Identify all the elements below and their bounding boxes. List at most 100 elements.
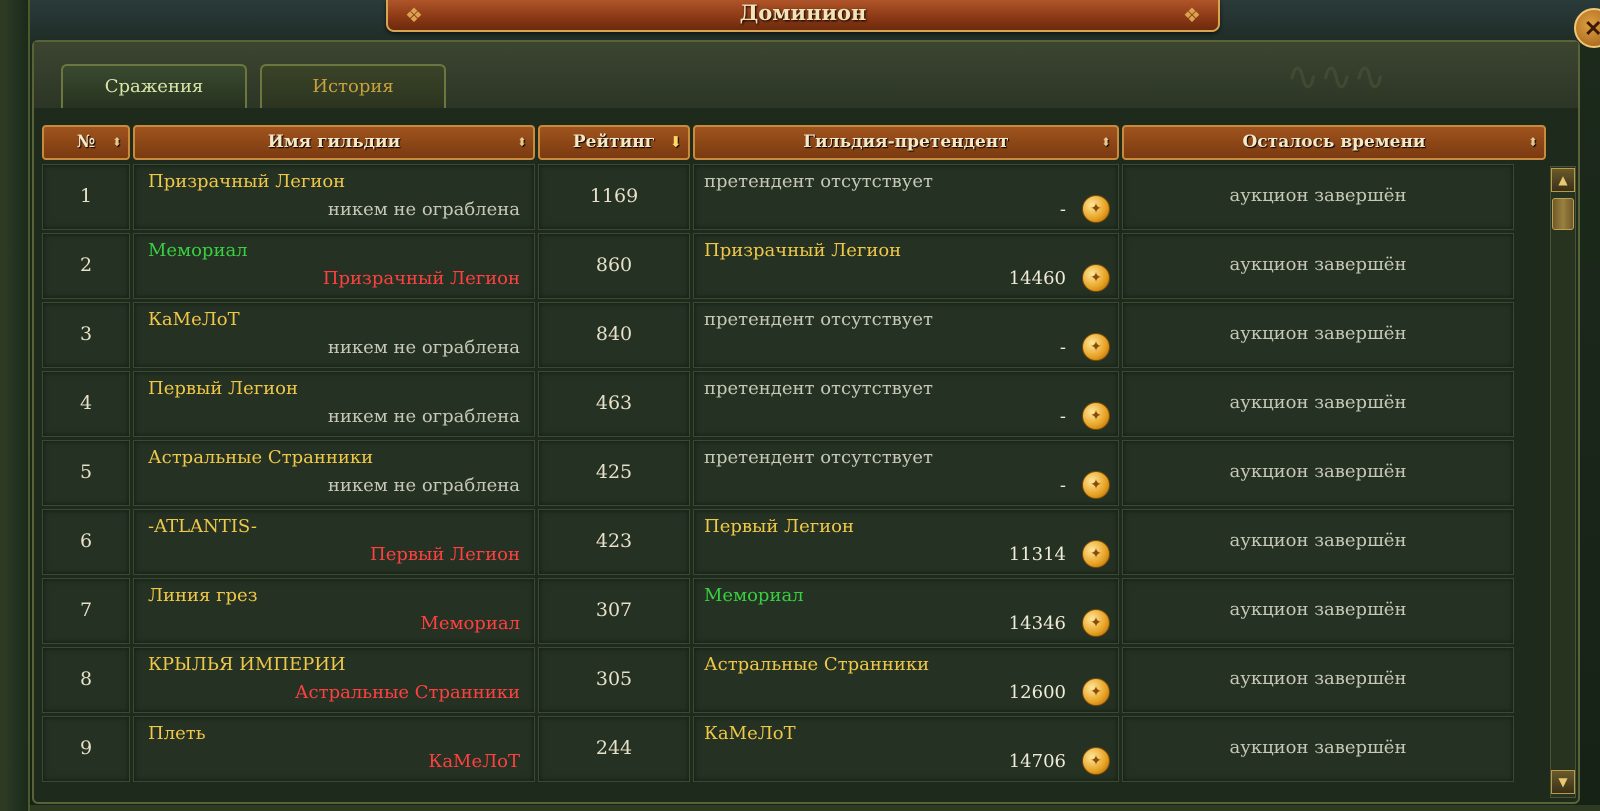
cell-time-left: аукцион завершён <box>1122 302 1514 368</box>
cell-guild: КаМеЛоТ никем не ограблена <box>133 302 535 368</box>
cell-time-left: аукцион завершён <box>1122 647 1514 713</box>
cell-num: 7 <box>42 578 130 644</box>
tab-battles[interactable]: Сражения <box>61 64 247 108</box>
bid-amount: 14706 <box>1008 751 1066 772</box>
guild-name: Мемориал <box>148 240 248 261</box>
robbed-by: никем не ограблена <box>327 475 520 496</box>
robbed-by: Первый Легион <box>370 544 520 565</box>
table-row[interactable]: 8 КРЫЛЬЯ ИМПЕРИИ Астральные Странники 30… <box>42 647 1548 713</box>
cell-guild: Призрачный Легион никем не ограблена <box>133 164 535 230</box>
cell-rating: 425 <box>538 440 690 506</box>
challenger-name: КаМеЛоТ <box>704 723 796 744</box>
time-left: аукцион завершён <box>1229 668 1407 689</box>
window-left-frame <box>6 0 30 811</box>
cell-challenger: КаМеЛоТ 14706 ✦ <box>693 716 1119 782</box>
scroll-down-button[interactable]: ▼ <box>1551 770 1575 794</box>
cell-challenger: Первый Легион 11314 ✦ <box>693 509 1119 575</box>
gold-coin-icon: ✦ <box>1082 540 1110 568</box>
dominion-table: 1 Призрачный Легион никем не ограблена 1… <box>42 164 1548 804</box>
cell-num: 9 <box>42 716 130 782</box>
bid-amount: 12600 <box>1008 682 1066 703</box>
guild-name: Первый Легион <box>148 378 298 399</box>
cell-rating: 860 <box>538 233 690 299</box>
table-row[interactable]: 9 Плеть КаМеЛоТ 244 КаМеЛоТ 14706 ✦ аукц… <box>42 716 1548 782</box>
header-num[interactable]: № ⬍ <box>42 125 130 160</box>
bid-amount: - <box>1059 406 1066 427</box>
gold-coin-icon: ✦ <box>1082 609 1110 637</box>
close-icon: ✕ <box>1584 16 1600 42</box>
rating-value: 307 <box>595 599 633 621</box>
header-guild-name[interactable]: Имя гильдии ⬍ <box>133 125 535 160</box>
header-guild-label: Имя гильдии <box>267 132 401 152</box>
rating-value: 305 <box>595 668 633 690</box>
challenger-name: претендент отсутствует <box>704 309 933 330</box>
challenger-name: Мемориал <box>704 585 804 606</box>
scroll-up-button[interactable]: ▲ <box>1551 168 1575 192</box>
gold-coin-icon: ✦ <box>1082 264 1110 292</box>
cell-rating: 1169 <box>538 164 690 230</box>
row-number: 5 <box>79 461 93 483</box>
challenger-name: претендент отсутствует <box>704 447 933 468</box>
window-title: Доминион <box>739 0 867 25</box>
rating-value: 244 <box>595 737 633 759</box>
guild-name: Линия грез <box>148 585 258 606</box>
row-number: 8 <box>79 668 93 690</box>
guild-name: КРЫЛЬЯ ИМПЕРИИ <box>148 654 346 675</box>
rating-value: 463 <box>595 392 633 414</box>
robbed-by: никем не ограблена <box>327 337 520 358</box>
header-time-left[interactable]: Осталось времени ⬍ <box>1122 125 1546 160</box>
header-challenger[interactable]: Гильдия-претендент ⬍ <box>693 125 1119 160</box>
rating-value: 425 <box>595 461 633 483</box>
sort-down-arrow-icon: ⬇ <box>669 133 682 151</box>
gold-coin-icon: ✦ <box>1082 747 1110 775</box>
table-row[interactable]: 4 Первый Легион никем не ограблена 463 п… <box>42 371 1548 437</box>
rating-value: 840 <box>595 323 633 345</box>
cell-num: 5 <box>42 440 130 506</box>
header-rating[interactable]: Рейтинг ⬇ <box>538 125 690 160</box>
cell-time-left: аукцион завершён <box>1122 578 1514 644</box>
challenger-name: претендент отсутствует <box>704 378 933 399</box>
gold-coin-icon: ✦ <box>1082 402 1110 430</box>
challenger-name: Призрачный Легион <box>704 240 902 261</box>
decorative-swirl-icon: ∿∿∿ <box>1286 54 1387 100</box>
time-left: аукцион завершён <box>1229 599 1407 620</box>
robbed-by: КаМеЛоТ <box>428 751 520 772</box>
cell-rating: 244 <box>538 716 690 782</box>
sort-arrows-icon: ⬍ <box>516 135 527 149</box>
cell-num: 6 <box>42 509 130 575</box>
cell-guild: Плеть КаМеЛоТ <box>133 716 535 782</box>
challenger-name: претендент отсутствует <box>704 171 933 192</box>
rating-value: 860 <box>595 254 633 276</box>
cell-guild: -ATLANTIS- Первый Легион <box>133 509 535 575</box>
table-row[interactable]: 7 Линия грез Мемориал 307 Мемориал 14346… <box>42 578 1548 644</box>
table-row[interactable]: 2 Мемориал Призрачный Легион 860 Призрач… <box>42 233 1548 299</box>
cell-guild: Первый Легион никем не ограблена <box>133 371 535 437</box>
table-row[interactable]: 5 Астральные Странники никем не ограблен… <box>42 440 1548 506</box>
cell-time-left: аукцион завершён <box>1122 371 1514 437</box>
sort-arrows-icon: ⬍ <box>1527 135 1538 149</box>
bid-amount: - <box>1059 337 1066 358</box>
scrollbar-track[interactable] <box>1550 166 1576 798</box>
cell-rating: 840 <box>538 302 690 368</box>
time-left: аукцион завершён <box>1229 185 1407 206</box>
cell-num: 4 <box>42 371 130 437</box>
cell-challenger: Мемориал 14346 ✦ <box>693 578 1119 644</box>
guild-name: КаМеЛоТ <box>148 309 240 330</box>
time-left: аукцион завершён <box>1229 392 1407 413</box>
guild-name: Плеть <box>148 723 206 744</box>
row-number: 4 <box>79 392 93 414</box>
table-row[interactable]: 6 -ATLANTIS- Первый Легион 423 Первый Ле… <box>42 509 1548 575</box>
table-row[interactable]: 1 Призрачный Легион никем не ограблена 1… <box>42 164 1548 230</box>
challenger-name: Первый Легион <box>704 516 854 537</box>
tab-history[interactable]: История <box>260 64 446 108</box>
row-number: 7 <box>79 599 93 621</box>
cell-rating: 307 <box>538 578 690 644</box>
bid-amount: 14460 <box>1008 268 1066 289</box>
robbed-by: никем не ограблена <box>327 199 520 220</box>
dominion-window: ∿∿∿ ❖ Доминион ❖ ✕ Сражения История № ⬍ … <box>0 0 1600 811</box>
header-num-label: № <box>76 132 96 152</box>
title-banner: ❖ Доминион ❖ <box>386 0 1220 32</box>
gold-coin-icon: ✦ <box>1082 333 1110 361</box>
table-row[interactable]: 3 КаМеЛоТ никем не ограблена 840 претенд… <box>42 302 1548 368</box>
scrollbar-thumb[interactable] <box>1552 198 1574 230</box>
